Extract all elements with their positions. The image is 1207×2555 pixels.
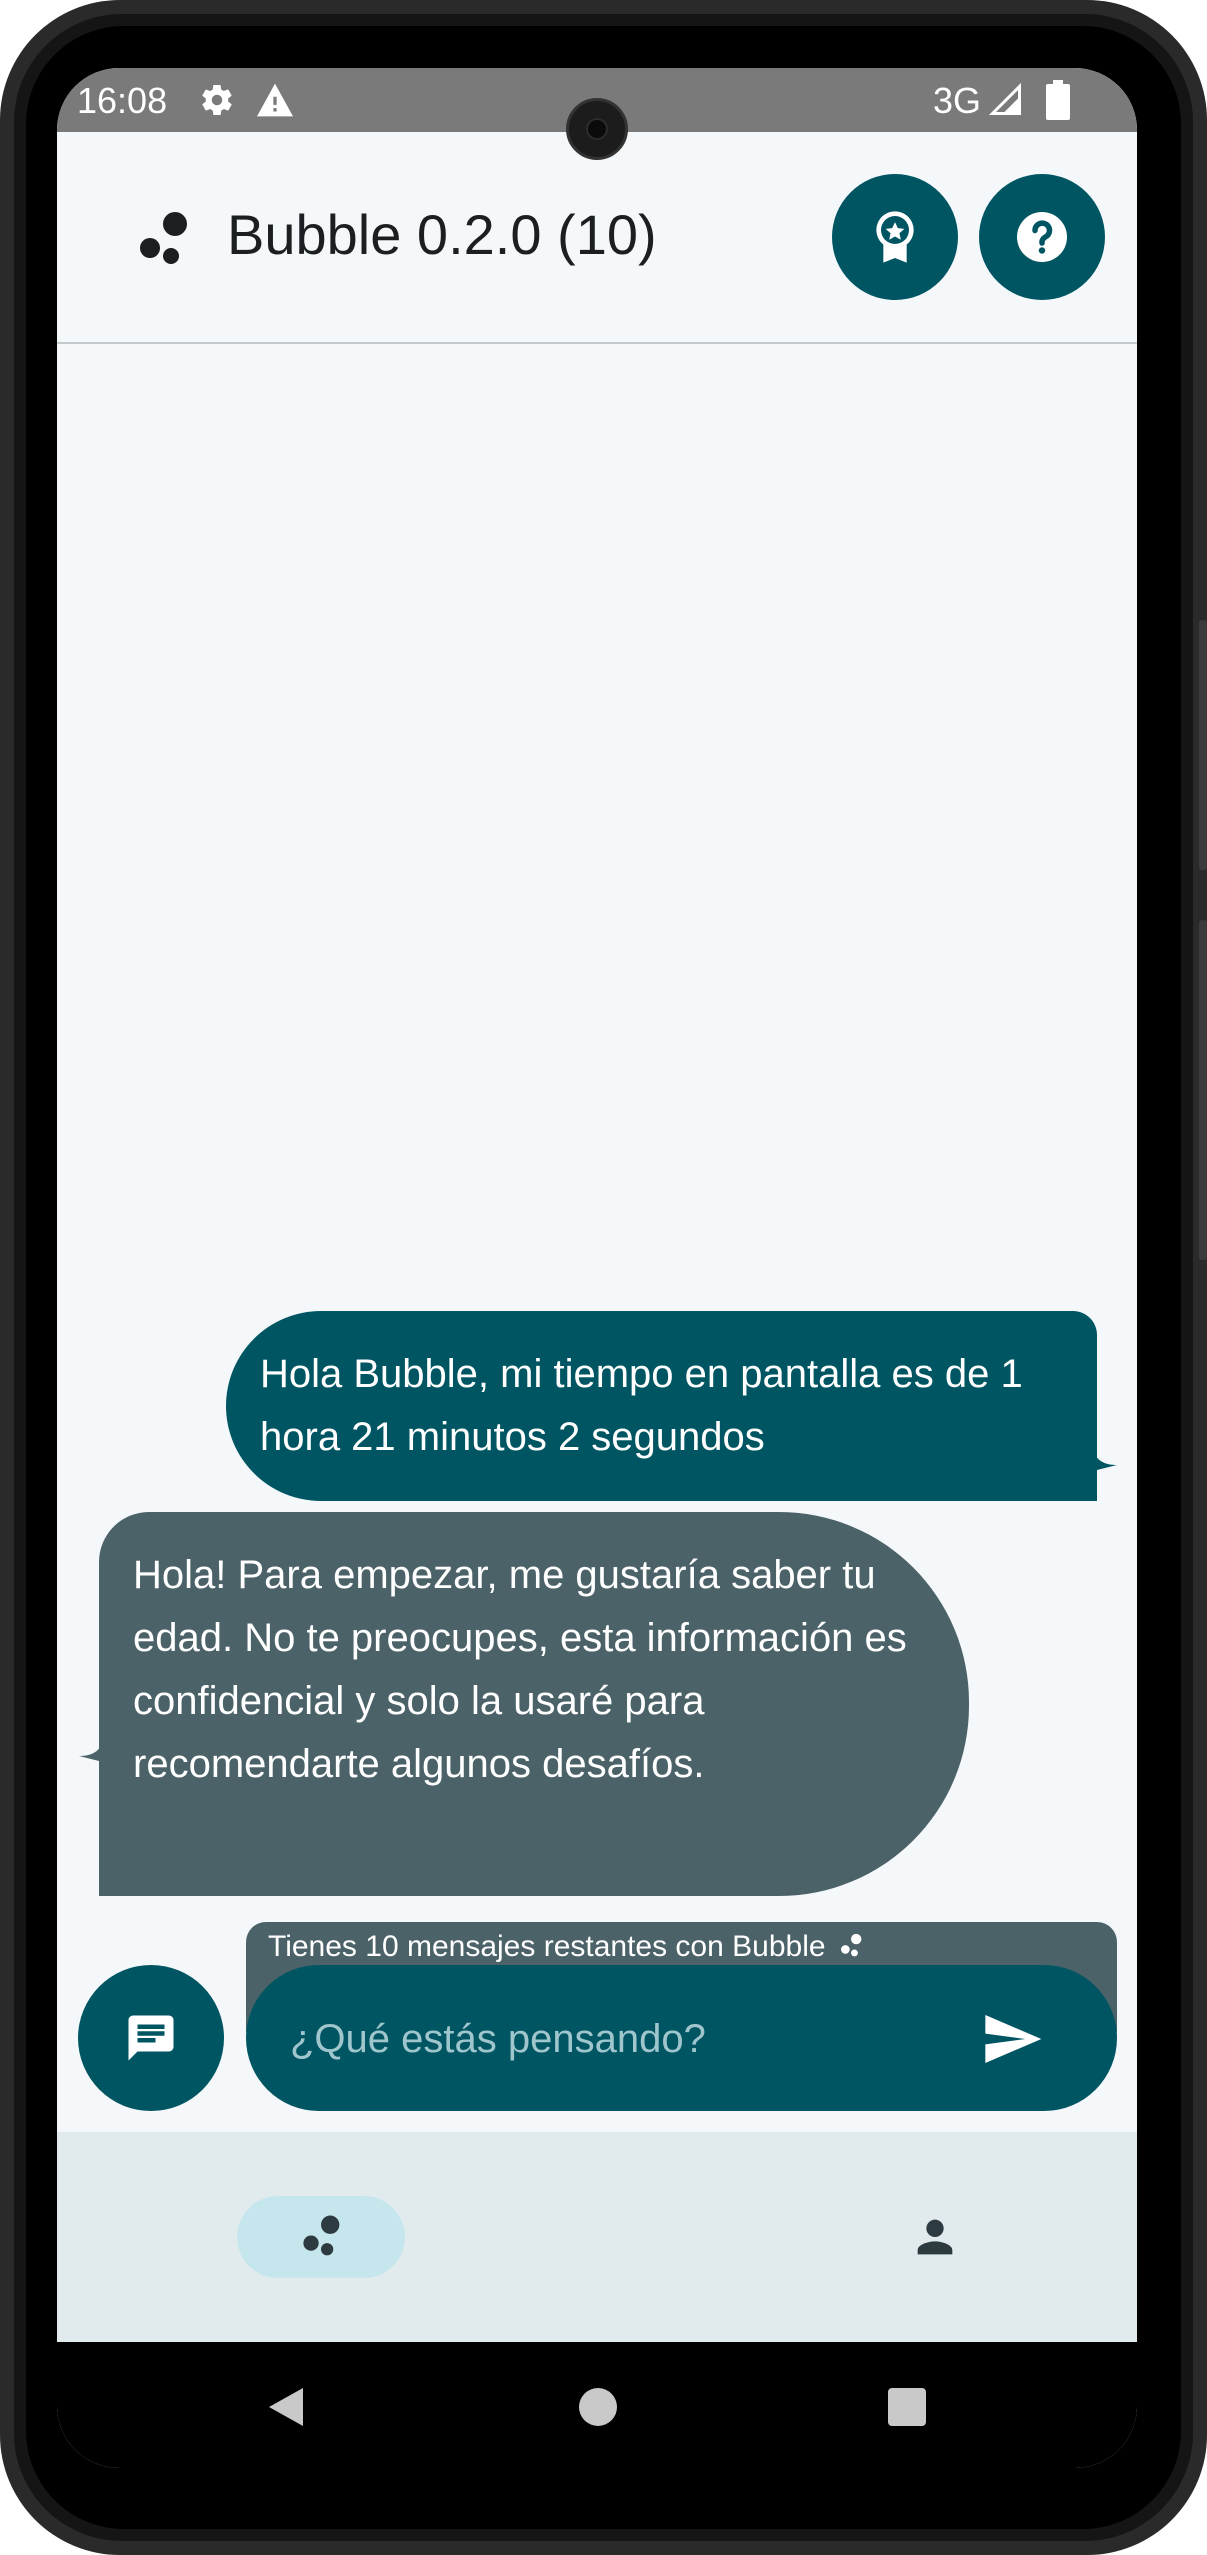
bottom-navigation — [57, 2132, 1137, 2342]
network-type: 3G — [933, 80, 982, 121]
send-icon[interactable] — [980, 2007, 1044, 2071]
status-time: 16:08 — [77, 80, 168, 121]
app-title: Bubble 0.2.0 (10) — [227, 203, 657, 266]
bubble-logo-icon — [840, 1933, 862, 1957]
bubble-logo-icon — [303, 2215, 340, 2256]
signal-icon — [988, 82, 1021, 115]
achievements-button[interactable] — [832, 174, 958, 300]
volume-button — [1199, 920, 1207, 1260]
screen: 16:08 3G Bubble 0.2.0 (10) Hola Bubble, … — [57, 68, 1137, 2468]
bubble-logo-icon — [140, 212, 187, 264]
recents-icon[interactable] — [888, 2388, 926, 2426]
nav-profile[interactable] — [851, 2196, 1019, 2278]
person-icon — [917, 2219, 953, 2255]
message-input[interactable] — [288, 2005, 952, 2073]
app-bar-divider — [57, 342, 1137, 344]
help-button[interactable] — [979, 174, 1105, 300]
battery-icon — [1046, 80, 1070, 120]
bot-bubble-tail — [79, 1742, 103, 1762]
nav-bubble[interactable] — [237, 2196, 405, 2278]
help-icon — [1017, 212, 1067, 262]
gear-icon — [202, 84, 232, 116]
user-bubble-tail — [1093, 1451, 1117, 1471]
system-navigation-bar — [57, 2342, 1137, 2468]
chat-button[interactable] — [78, 1965, 224, 2111]
home-icon[interactable] — [579, 2388, 617, 2426]
front-camera — [566, 98, 628, 160]
power-button — [1199, 620, 1207, 870]
message-composer — [246, 1965, 1117, 2111]
warning-icon — [257, 83, 293, 117]
award-icon — [876, 211, 914, 263]
bot-message-bubble: Hola! Para empezar, me gustaría saber tu… — [99, 1512, 969, 1896]
user-message-bubble: Hola Bubble, mi tiempo en pantalla es de… — [226, 1311, 1097, 1501]
remaining-messages-text: Tienes 10 mensajes restantes con Bubble — [268, 1930, 826, 1963]
back-icon[interactable] — [265, 2386, 305, 2428]
chat-icon — [128, 2015, 174, 2061]
